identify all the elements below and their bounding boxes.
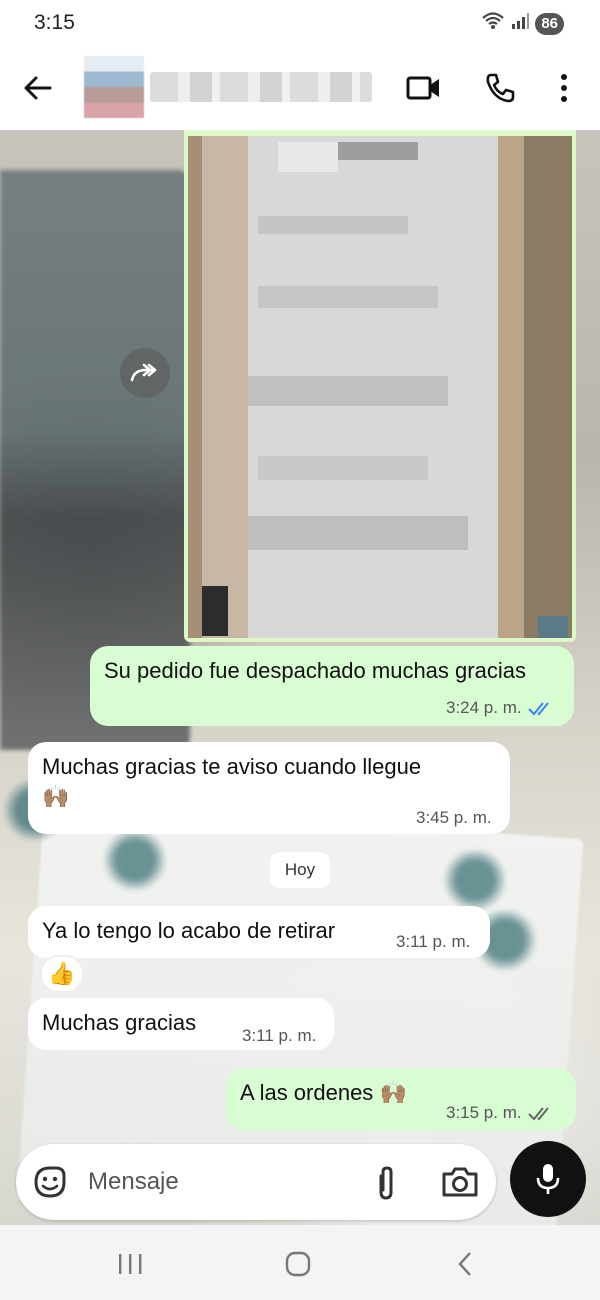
status-icons: 86 [481,11,564,36]
camera-icon [442,1167,478,1197]
contact-name[interactable] [150,72,372,102]
attach-icon [379,1166,393,1200]
nav-back-button[interactable] [446,1246,486,1282]
message-text: Muchas gracias [42,1010,197,1035]
sticker-icon [34,1166,66,1198]
back-nav-icon [458,1252,471,1276]
signal-icon [511,12,530,35]
chat-header [0,46,600,130]
message-meta: 3:11 p. m. [396,932,470,952]
image-thumbnail[interactable] [188,136,572,638]
home-icon [285,1251,311,1277]
voice-call-button[interactable] [480,68,520,108]
message-time: 3:11 p. m. [396,932,471,951]
status-bar: 3:15 86 [0,0,600,46]
recents-icon [119,1254,142,1274]
wallpaper-leaf [440,850,510,910]
attach-button[interactable] [368,1164,404,1202]
message-emoji: 🙌🏽 [379,1080,407,1105]
battery-badge: 86 [535,12,564,35]
message-time: 3:15 p. m. [446,1103,522,1122]
day-separator: Hoy [270,852,330,888]
image-message[interactable] [184,130,576,642]
message-time: 3:11 p. m. [242,1026,317,1045]
message-composer [16,1144,496,1220]
message-meta: 3:11 p. m. [242,1026,316,1046]
recents-button[interactable] [110,1246,150,1282]
message-text: Muchas gracias te aviso cuando llegue [42,754,422,779]
message-text: Ya lo tengo lo acabo de retirar [42,918,336,943]
chat-area[interactable]: Su pedido fue despachado muchas gracias … [0,130,600,1225]
read-receipt-icon [527,702,549,716]
message-time: 3:45 p. m. [416,808,492,827]
forward-icon [130,363,157,382]
message-text: Su pedido fue despachado muchas gracias [104,658,526,683]
camera-button[interactable] [440,1164,480,1200]
message-reaction[interactable]: 👍 [40,955,84,993]
message-input[interactable] [88,1164,368,1200]
wallpaper-leaf [100,830,170,890]
more-options-button[interactable] [546,68,582,108]
delivered-receipt-icon [527,1107,549,1121]
more-vertical-icon [561,74,567,102]
message-meta: 3:15 p. m. [446,1103,554,1123]
video-call-button[interactable] [404,68,444,108]
thumbs-up-emoji: 👍 [48,961,76,986]
back-button[interactable] [20,70,56,106]
status-time: 3:15 [34,11,75,34]
message-meta: 3:24 p. m. [446,698,554,718]
forward-button[interactable] [120,348,170,398]
phone-icon [486,73,515,103]
contact-avatar[interactable] [84,56,144,118]
system-nav-bar [0,1226,600,1300]
sticker-button[interactable] [32,1164,68,1200]
home-button[interactable] [278,1246,318,1282]
message-text: A las ordenes [240,1080,374,1105]
message-emoji: 🙌🏽 [42,784,70,809]
message-meta: 3:45 p. m. [416,808,492,828]
back-arrow-icon [24,76,52,100]
message-time: 3:24 p. m. [446,698,522,717]
wifi-icon [481,11,505,36]
mic-icon [536,1164,560,1194]
voice-message-button[interactable] [510,1141,586,1217]
video-call-icon [406,76,439,100]
